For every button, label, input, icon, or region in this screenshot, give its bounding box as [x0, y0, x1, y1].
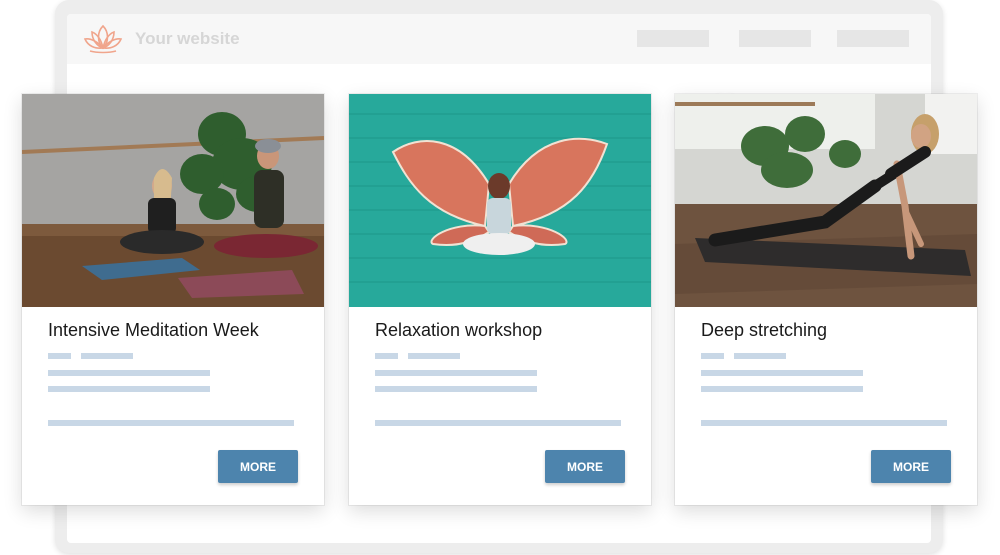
lotus-icon[interactable]	[81, 22, 125, 56]
woman-stretching-photo	[675, 94, 977, 307]
more-button[interactable]: MORE	[545, 450, 625, 483]
card-title[interactable]: Intensive Meditation Week	[48, 320, 259, 341]
card-title[interactable]: Deep stretching	[701, 320, 827, 341]
card-title[interactable]: Relaxation workshop	[375, 320, 542, 341]
woman-with-painted-wings-photo	[349, 94, 651, 307]
text-placeholder	[48, 420, 294, 426]
text-placeholder	[375, 370, 537, 376]
text-placeholder	[701, 370, 863, 376]
event-card: Intensive Meditation Week MORE	[22, 94, 324, 505]
nav-placeholder-3[interactable]	[837, 30, 909, 47]
text-placeholder	[375, 353, 398, 359]
text-placeholder	[701, 353, 724, 359]
couple-meditating-photo	[22, 94, 324, 307]
event-card: Deep stretching MORE	[675, 94, 977, 505]
more-button[interactable]: MORE	[871, 450, 951, 483]
nav-placeholder-1[interactable]	[637, 30, 709, 47]
text-placeholder	[375, 420, 621, 426]
site-title[interactable]: Your website	[135, 29, 240, 49]
site-header: Your website	[67, 14, 931, 64]
text-placeholder	[701, 386, 863, 392]
text-placeholder	[701, 420, 947, 426]
more-button[interactable]: MORE	[218, 450, 298, 483]
text-placeholder	[81, 353, 133, 359]
event-card: Relaxation workshop MORE	[349, 94, 651, 505]
text-placeholder	[734, 353, 786, 359]
text-placeholder	[48, 386, 210, 392]
text-placeholder	[48, 370, 210, 376]
text-placeholder	[375, 386, 537, 392]
text-placeholder	[48, 353, 71, 359]
text-placeholder	[408, 353, 460, 359]
nav-placeholder-2[interactable]	[739, 30, 811, 47]
